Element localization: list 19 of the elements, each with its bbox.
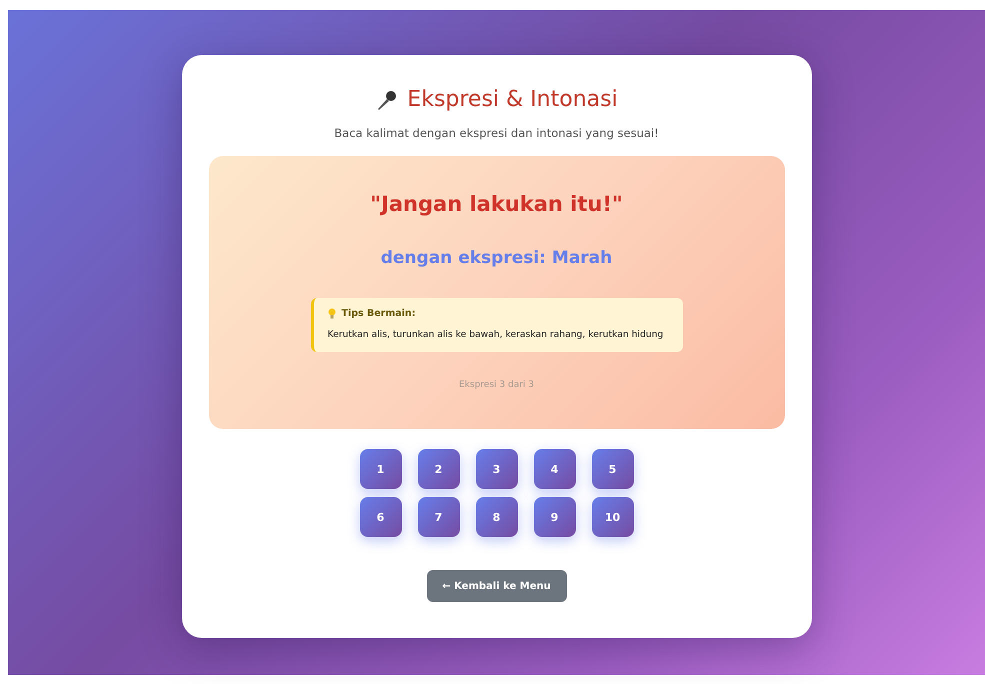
tips-text: Kerutkan alis, turunkan alis ke bawah, keraskan rahang, kerutkan hidung xyxy=(328,329,664,340)
number-button[interactable]: 5 xyxy=(592,449,634,489)
number-button[interactable]: 1 xyxy=(360,449,402,489)
number-button[interactable]: 7 xyxy=(418,497,460,537)
sentence-text: "Jangan lakukan itu!" xyxy=(370,192,623,216)
number-button[interactable]: 6 xyxy=(360,497,402,537)
tips-heading: Tips Bermain: xyxy=(342,308,416,319)
progress-counter: Ekspresi 3 dari 3 xyxy=(459,380,534,390)
page-title: Ekspresi & Intonasi xyxy=(407,87,618,112)
number-button[interactable]: 9 xyxy=(534,497,576,537)
number-button[interactable]: 3 xyxy=(476,449,518,489)
number-button[interactable]: 10 xyxy=(592,497,634,537)
expression-label: dengan ekspresi: Marah xyxy=(380,248,612,268)
number-button[interactable]: 2 xyxy=(418,449,460,489)
number-button[interactable]: 4 xyxy=(534,449,576,489)
lightbulb-icon xyxy=(328,308,336,319)
instruction-text: Baca kalimat dengan ekspresi dan intonasi yang sesuai! xyxy=(333,126,660,140)
number-button[interactable]: 8 xyxy=(476,497,518,537)
back-to-menu-button[interactable]: ← Kembali ke Menu xyxy=(426,570,566,602)
